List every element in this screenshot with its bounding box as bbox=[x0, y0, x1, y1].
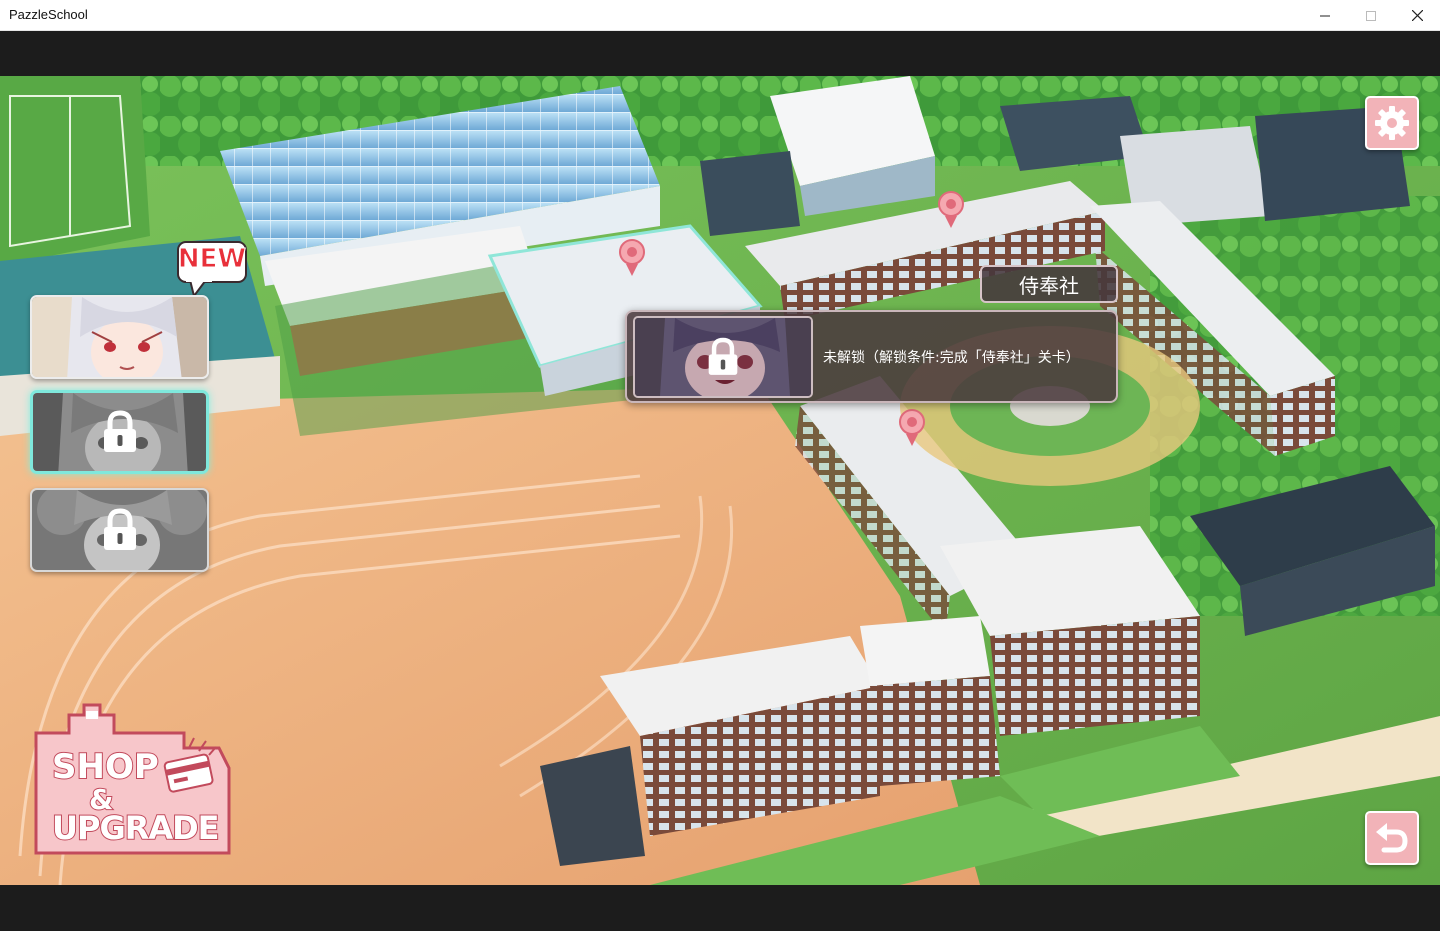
location-character-thumbnail bbox=[633, 316, 813, 398]
back-button[interactable] bbox=[1365, 811, 1419, 865]
map-pin-icon[interactable] bbox=[617, 238, 647, 278]
settings-button[interactable] bbox=[1365, 96, 1419, 150]
close-button[interactable] bbox=[1394, 0, 1440, 31]
minimize-icon bbox=[1320, 15, 1330, 16]
maximize-button[interactable] bbox=[1348, 0, 1394, 31]
map-pin-icon[interactable] bbox=[897, 408, 927, 448]
character-portrait-2[interactable] bbox=[30, 390, 209, 474]
character-portrait-1[interactable] bbox=[30, 295, 209, 379]
padlock-icon bbox=[708, 337, 738, 375]
unlock-condition-text: 未解锁（解锁条件:完成「侍奉社」关卡） bbox=[823, 350, 1080, 366]
letterbox-top bbox=[0, 31, 1440, 76]
minimize-button[interactable] bbox=[1302, 0, 1348, 31]
new-badge: NEW bbox=[176, 240, 248, 300]
location-info-popup[interactable]: 未解锁（解锁条件:完成「侍奉社」关卡） bbox=[625, 310, 1118, 403]
maximize-icon bbox=[1366, 10, 1376, 21]
letterbox-bottom bbox=[0, 885, 1440, 931]
close-icon bbox=[1411, 10, 1423, 21]
padlock-icon bbox=[103, 410, 136, 452]
window-title: PazzleSchool bbox=[9, 7, 88, 22]
shop-label: SHOP bbox=[51, 746, 160, 788]
return-arrow-icon bbox=[1376, 823, 1408, 853]
window-titlebar: PazzleSchool bbox=[0, 0, 1440, 31]
gear-icon bbox=[1375, 106, 1409, 140]
map-pin-icon[interactable] bbox=[936, 190, 966, 230]
character-portrait-3[interactable] bbox=[30, 488, 209, 572]
new-badge-label: NEW bbox=[177, 244, 247, 275]
upgrade-label: UPGRADE bbox=[51, 808, 221, 848]
padlock-icon bbox=[103, 508, 136, 550]
character-face bbox=[32, 297, 207, 377]
location-name-label: 侍奉社 bbox=[980, 265, 1118, 303]
shop-upgrade-button[interactable]: SHOP & UPGRADE bbox=[34, 703, 232, 855]
